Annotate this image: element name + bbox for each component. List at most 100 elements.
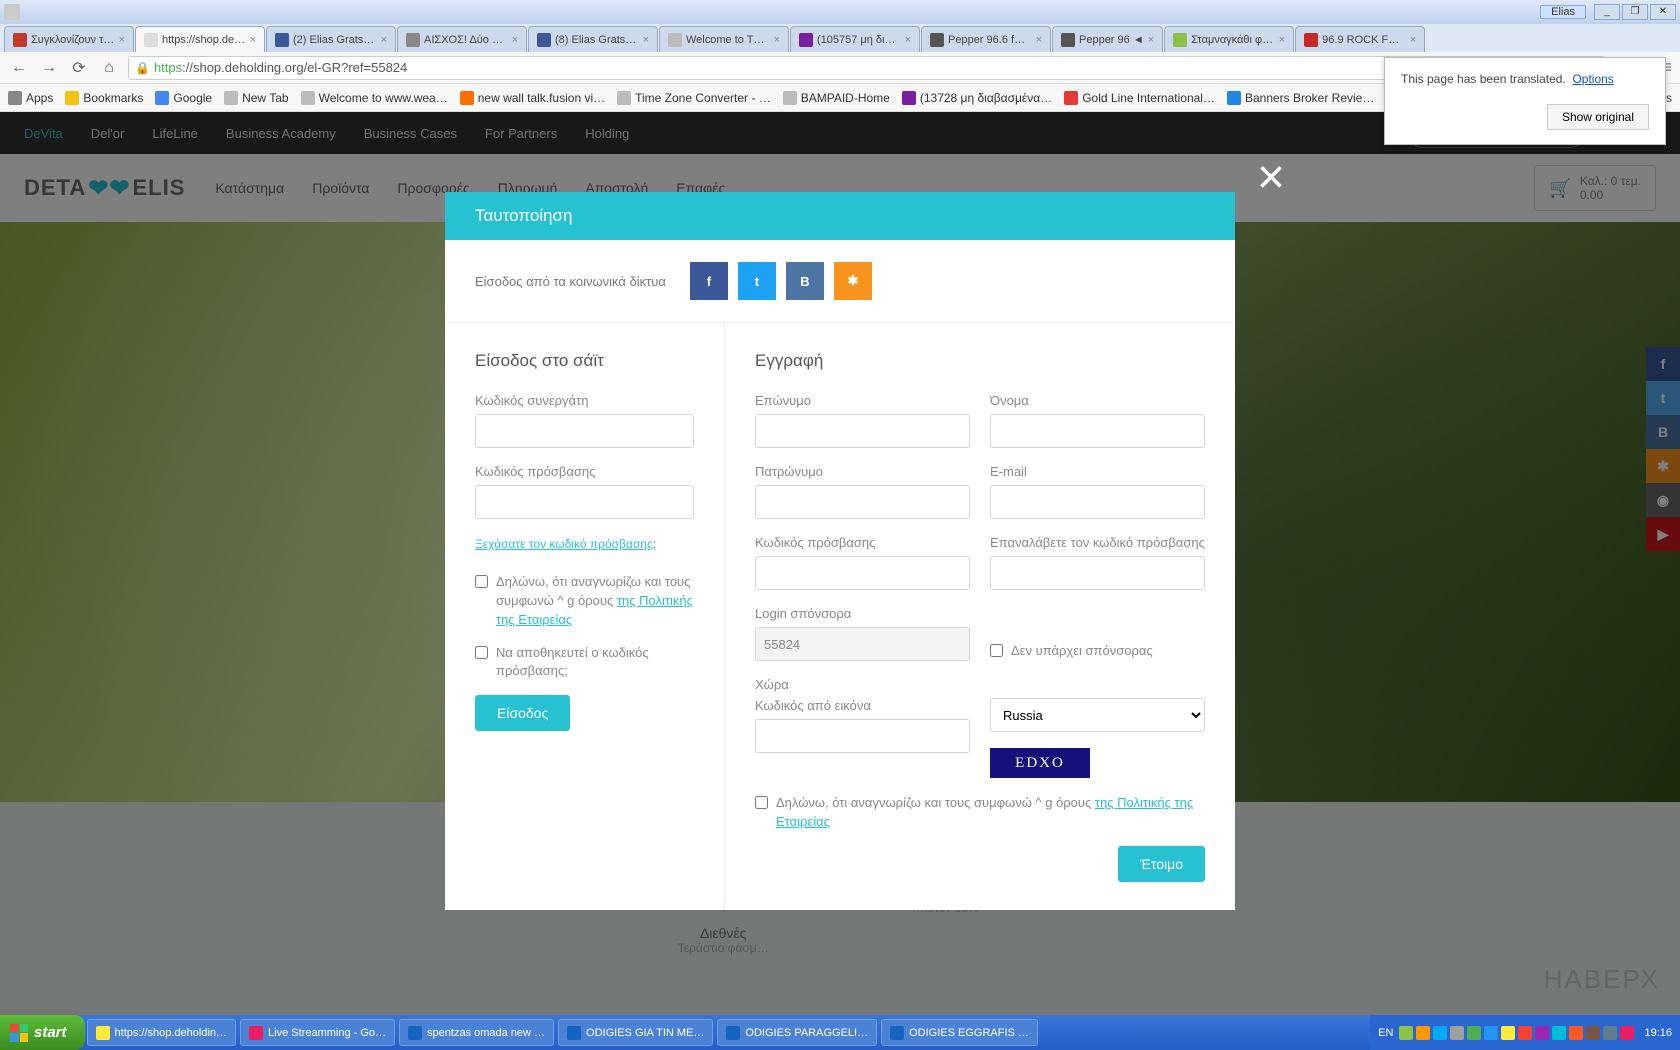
browser-tab[interactable]: Pepper 96 ◄× xyxy=(1052,26,1163,52)
tray-icon[interactable] xyxy=(1552,1026,1566,1040)
tab-close-icon[interactable]: × xyxy=(1410,34,1416,46)
facebook-login-button[interactable]: f xyxy=(690,262,728,300)
bookmark-item[interactable]: Welcome to www.wea… xyxy=(301,91,448,105)
bookmark-item[interactable]: BAMPAID-Home xyxy=(783,91,890,105)
tab-close-icon[interactable]: × xyxy=(1036,34,1042,46)
reg-password-input[interactable] xyxy=(755,556,970,590)
ok-login-button[interactable]: ✱ xyxy=(834,262,872,300)
taskbar-task[interactable]: Live Streamming - Go… xyxy=(240,1019,395,1046)
partner-code-input[interactable] xyxy=(475,414,694,448)
tray-icon[interactable] xyxy=(1535,1026,1549,1040)
tab-close-icon[interactable]: × xyxy=(774,34,780,46)
login-agree-checkbox[interactable] xyxy=(475,575,488,588)
tab-close-icon[interactable]: × xyxy=(381,34,387,46)
bookmark-favicon xyxy=(1064,91,1078,105)
bookmark-item[interactable]: new wall talk.fusion vi… xyxy=(460,91,605,105)
tray-icon[interactable] xyxy=(1399,1026,1413,1040)
taskbar-task[interactable]: ODIGIES EGGRAFIS … xyxy=(881,1019,1038,1046)
favicon xyxy=(144,33,158,47)
chrome-user-button[interactable]: Elias xyxy=(1540,5,1586,19)
forgot-password-link[interactable]: Ξεχάσατε τον κωδικό πρόσβασης; xyxy=(475,537,656,551)
country-select[interactable]: Russia xyxy=(990,698,1205,732)
tray-icon[interactable] xyxy=(1416,1026,1430,1040)
back-button[interactable]: ← xyxy=(8,57,30,79)
login-submit-button[interactable]: Είσοδος xyxy=(475,695,570,731)
browser-tab[interactable]: 96.9 ROCK FM -…× xyxy=(1295,26,1425,52)
captcha-input[interactable] xyxy=(755,719,970,753)
bookmark-item[interactable]: New Tab xyxy=(224,91,288,105)
tab-close-icon[interactable]: × xyxy=(905,34,911,46)
tray-icon[interactable] xyxy=(1433,1026,1447,1040)
taskbar-task[interactable]: spentzas omada new … xyxy=(399,1019,554,1046)
bookmark-favicon xyxy=(617,91,631,105)
home-button[interactable]: ⌂ xyxy=(98,57,120,79)
bookmark-item[interactable]: (13728 μη διαβασμένα… xyxy=(902,91,1052,105)
reload-button[interactable]: ⟳ xyxy=(68,57,90,79)
reg-password2-input[interactable] xyxy=(990,556,1205,590)
bookmark-item[interactable]: Banners Broker Revie… xyxy=(1227,91,1374,105)
tray-icon[interactable] xyxy=(1450,1026,1464,1040)
show-original-button[interactable]: Show original xyxy=(1547,104,1649,130)
twitter-login-button[interactable]: t xyxy=(738,262,776,300)
no-sponsor-checkbox[interactable] xyxy=(990,644,1003,657)
bookmark-favicon xyxy=(460,91,474,105)
browser-tab[interactable]: Συγκλονίζουν τα…× xyxy=(4,26,134,52)
taskbar-task[interactable]: ODIGIES GIA TIN ME… xyxy=(558,1019,713,1046)
browser-tab[interactable]: ΑΙΣΧΟΣ! Δύο ρο…× xyxy=(397,26,527,52)
favicon xyxy=(275,33,289,47)
taskbar-task[interactable]: https://shop.deholdin… xyxy=(87,1019,237,1046)
register-agree-checkbox[interactable] xyxy=(755,796,768,809)
tray-icon[interactable] xyxy=(1586,1026,1600,1040)
login-password-input[interactable] xyxy=(475,485,694,519)
tab-close-icon[interactable]: × xyxy=(119,34,125,46)
tray-icon[interactable] xyxy=(1484,1026,1498,1040)
tray-icon[interactable] xyxy=(1501,1026,1515,1040)
patronymic-input[interactable] xyxy=(755,485,970,519)
tab-close-icon[interactable]: × xyxy=(1148,34,1154,46)
browser-tab[interactable]: (105757 μη διαβ…× xyxy=(790,26,920,52)
tray-icon[interactable] xyxy=(1569,1026,1583,1040)
modal-close-icon[interactable]: × xyxy=(1257,150,1285,205)
browser-tab[interactable]: (8) Elias Gratsias…× xyxy=(528,26,658,52)
email-input[interactable] xyxy=(990,485,1205,519)
tab-close-icon[interactable]: × xyxy=(512,34,518,46)
browser-tab[interactable]: Pepper 96.6 fm … × xyxy=(921,26,1051,52)
sponsor-input[interactable] xyxy=(755,627,970,661)
vk-login-button[interactable]: B xyxy=(786,262,824,300)
login-password-label: Κωδικός πρόσβασης xyxy=(475,464,694,479)
remember-checkbox[interactable] xyxy=(475,646,488,659)
window-close[interactable]: ✕ xyxy=(1650,4,1676,20)
browser-tab[interactable]: Welcome to THV…× xyxy=(659,26,789,52)
bookmark-item[interactable]: Time Zone Converter - … xyxy=(617,91,771,105)
register-submit-button[interactable]: Έτοιμο xyxy=(1118,846,1205,882)
social-login-row: Είσοδος από τα κοινωνικά δίκτυα f t B ✱ xyxy=(445,240,1235,323)
surname-input[interactable] xyxy=(755,414,970,448)
bookmark-item[interactable]: Gold Line International… xyxy=(1064,91,1215,105)
taskbar-task[interactable]: ODIGIES PARAGGELI… xyxy=(717,1019,877,1046)
tray-icon[interactable] xyxy=(1467,1026,1481,1040)
tab-close-icon[interactable]: × xyxy=(250,34,256,46)
tab-close-icon[interactable]: × xyxy=(1279,34,1285,46)
favicon xyxy=(1304,33,1318,47)
tab-label: Pepper 96.6 fm … xyxy=(948,34,1032,46)
window-minimize[interactable]: _ xyxy=(1594,4,1620,20)
bookmark-favicon xyxy=(8,91,22,105)
translate-options-link[interactable]: Options xyxy=(1572,72,1613,86)
tray-clock[interactable]: 19:16 xyxy=(1644,1027,1672,1039)
forward-button[interactable]: → xyxy=(38,57,60,79)
bookmark-item[interactable]: Google xyxy=(155,91,212,105)
browser-tab[interactable]: https://shop.del…× xyxy=(135,26,265,52)
tray-icon[interactable] xyxy=(1620,1026,1634,1040)
bookmark-item[interactable]: Bookmarks xyxy=(65,91,143,105)
browser-tab[interactable]: (2) Elias Gratsias…× xyxy=(266,26,396,52)
browser-tab[interactable]: Σταμναγκάθι φρ…× xyxy=(1164,26,1294,52)
url-rest: ://shop.deholding.org/el-GR?ref=55824 xyxy=(182,60,407,75)
start-button[interactable]: start xyxy=(0,1015,85,1050)
name-input[interactable] xyxy=(990,414,1205,448)
bookmark-item[interactable]: Apps xyxy=(8,91,53,105)
tray-icon[interactable] xyxy=(1518,1026,1532,1040)
tray-lang[interactable]: EN xyxy=(1378,1027,1393,1039)
window-maximize[interactable]: ❐ xyxy=(1622,4,1648,20)
tray-icon[interactable] xyxy=(1603,1026,1617,1040)
tab-close-icon[interactable]: × xyxy=(643,34,649,46)
